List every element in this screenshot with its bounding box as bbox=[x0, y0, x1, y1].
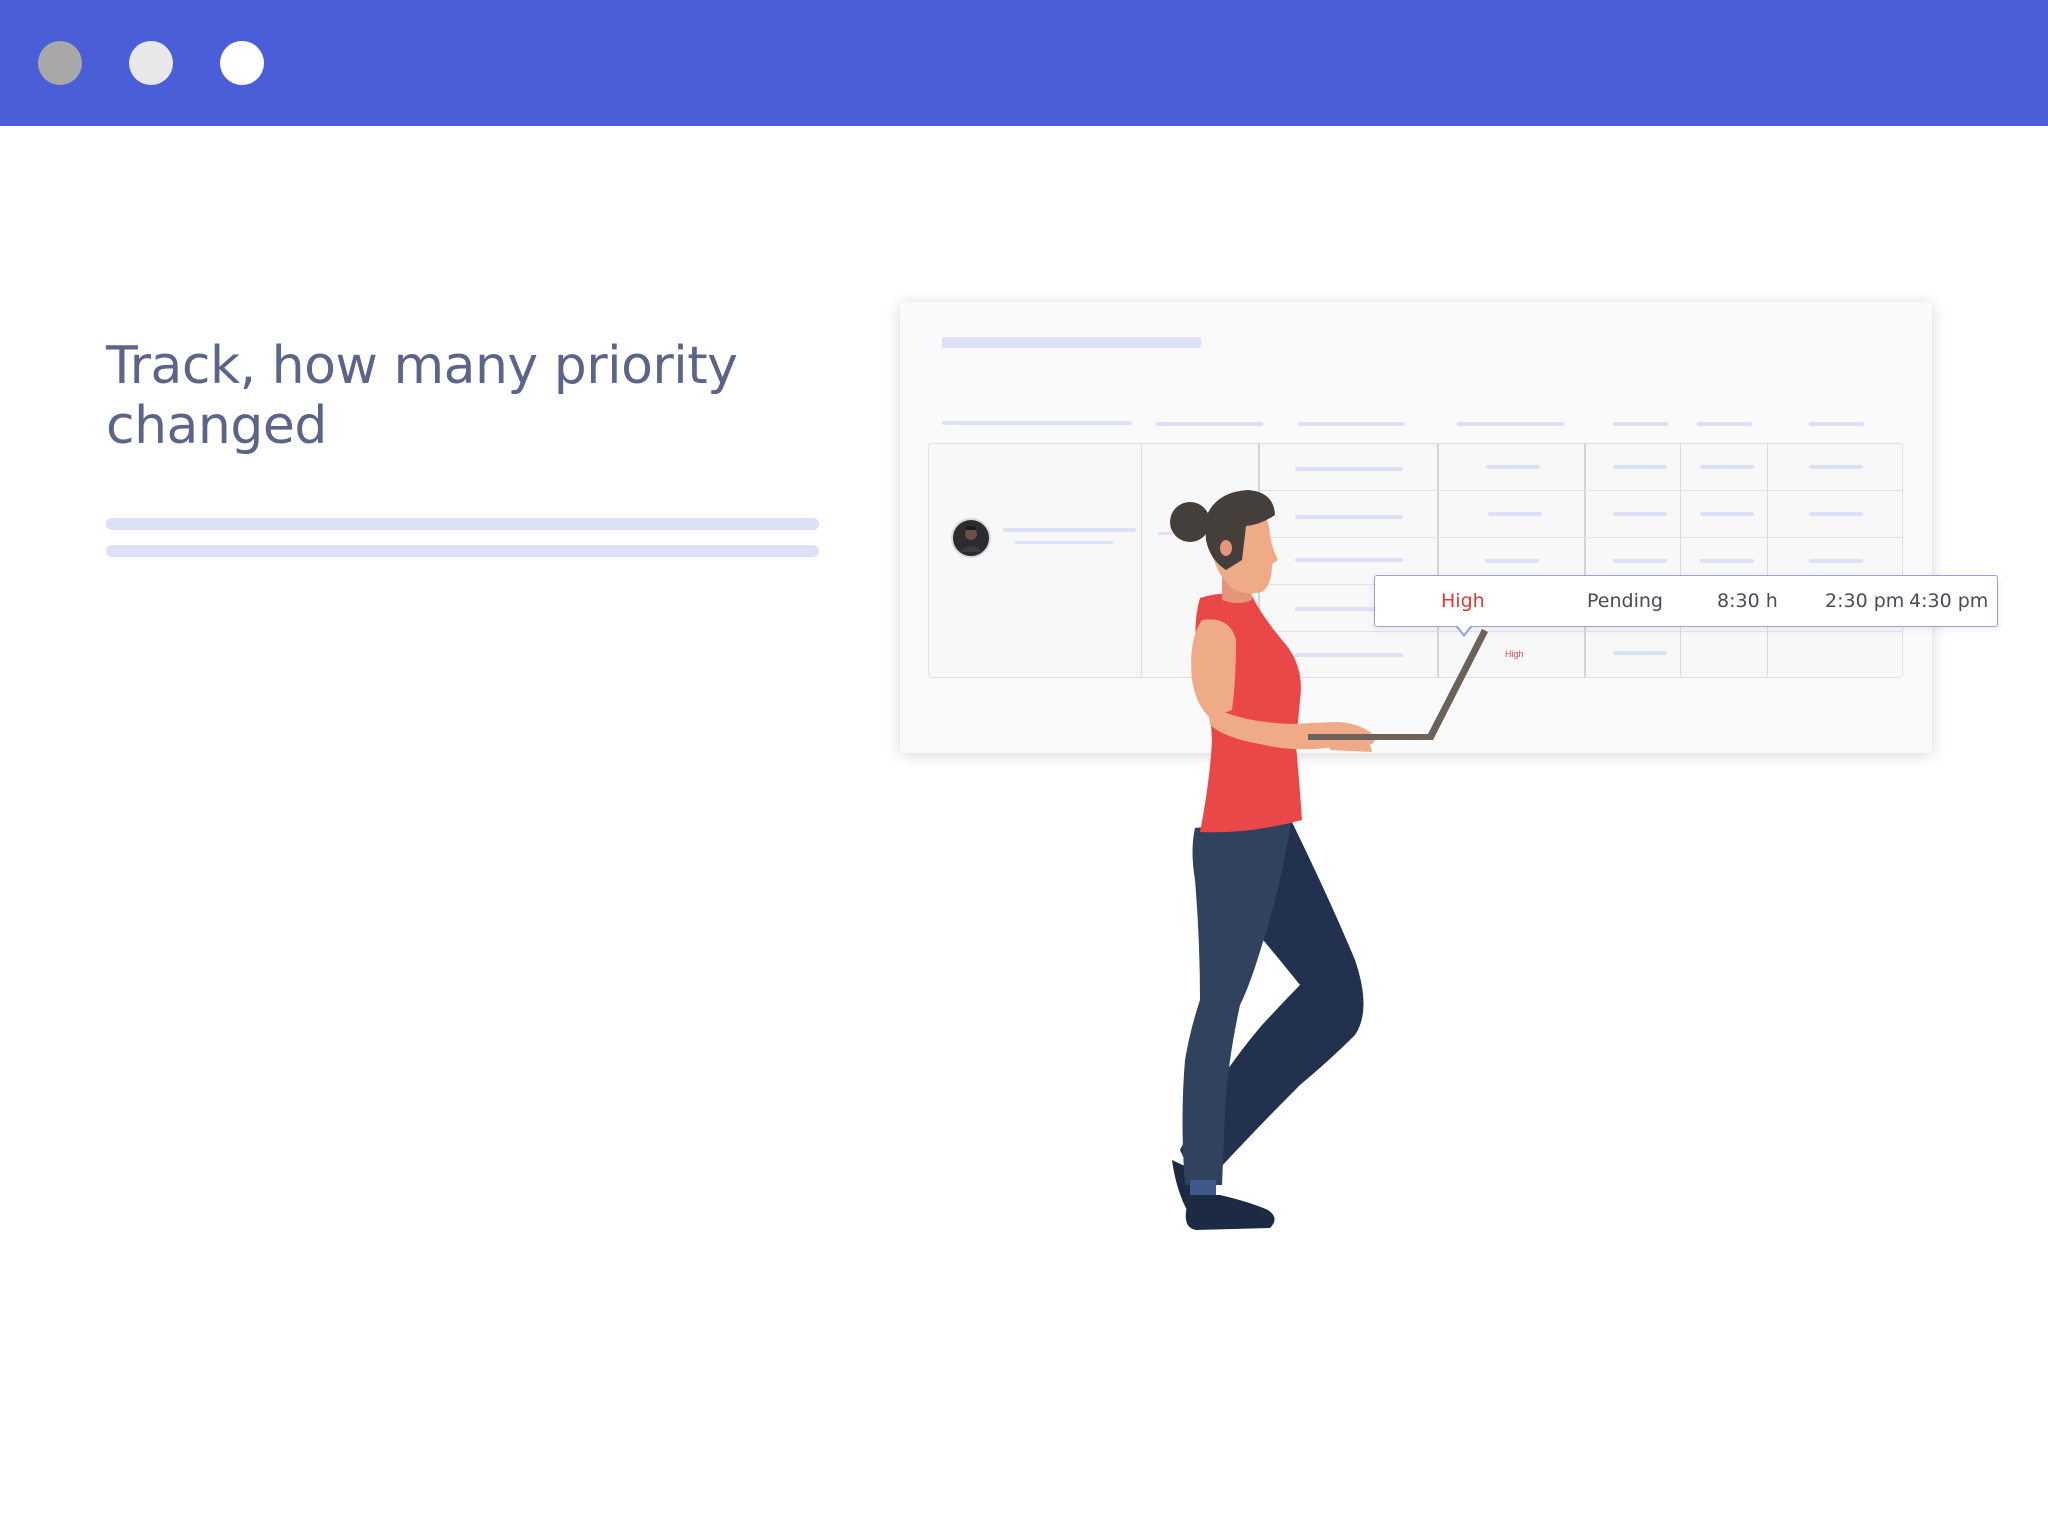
data-table: High bbox=[928, 443, 1903, 678]
tooltip-status: Pending bbox=[1587, 590, 1663, 612]
tooltip-priority: High bbox=[1441, 590, 1485, 612]
card-title-placeholder bbox=[942, 337, 1201, 348]
window-titlebar bbox=[0, 0, 2048, 126]
column-header bbox=[1457, 422, 1564, 426]
priority-change-tooltip: High Pending 8:30 h 2:30 pm 4:30 pm bbox=[1374, 575, 1998, 637]
woman-with-laptop-illustration bbox=[1170, 490, 1488, 1230]
text-placeholder-line bbox=[106, 545, 819, 557]
row-priority-label: High bbox=[1505, 649, 1524, 659]
subtitle-placeholder bbox=[1015, 541, 1113, 544]
tooltip-end-time: 4:30 pm bbox=[1909, 590, 1989, 612]
window-minimize-dot[interactable] bbox=[129, 41, 173, 85]
headline: Track, how many priority changed bbox=[106, 336, 738, 456]
column-header bbox=[1697, 422, 1752, 426]
text-placeholder-line bbox=[106, 518, 819, 530]
avatar[interactable] bbox=[951, 518, 991, 558]
column-header bbox=[1156, 422, 1263, 426]
column-header bbox=[1613, 422, 1668, 426]
name-placeholder bbox=[1003, 528, 1136, 532]
column-header bbox=[1809, 422, 1864, 426]
table-card: High bbox=[900, 302, 1932, 753]
column-header bbox=[942, 421, 1132, 425]
window-maximize-dot[interactable] bbox=[220, 41, 264, 85]
tooltip-duration: 8:30 h bbox=[1717, 590, 1778, 612]
column-header bbox=[1298, 422, 1405, 426]
window-close-dot[interactable] bbox=[38, 41, 82, 85]
tooltip-start-time: 2:30 pm bbox=[1825, 590, 1905, 612]
